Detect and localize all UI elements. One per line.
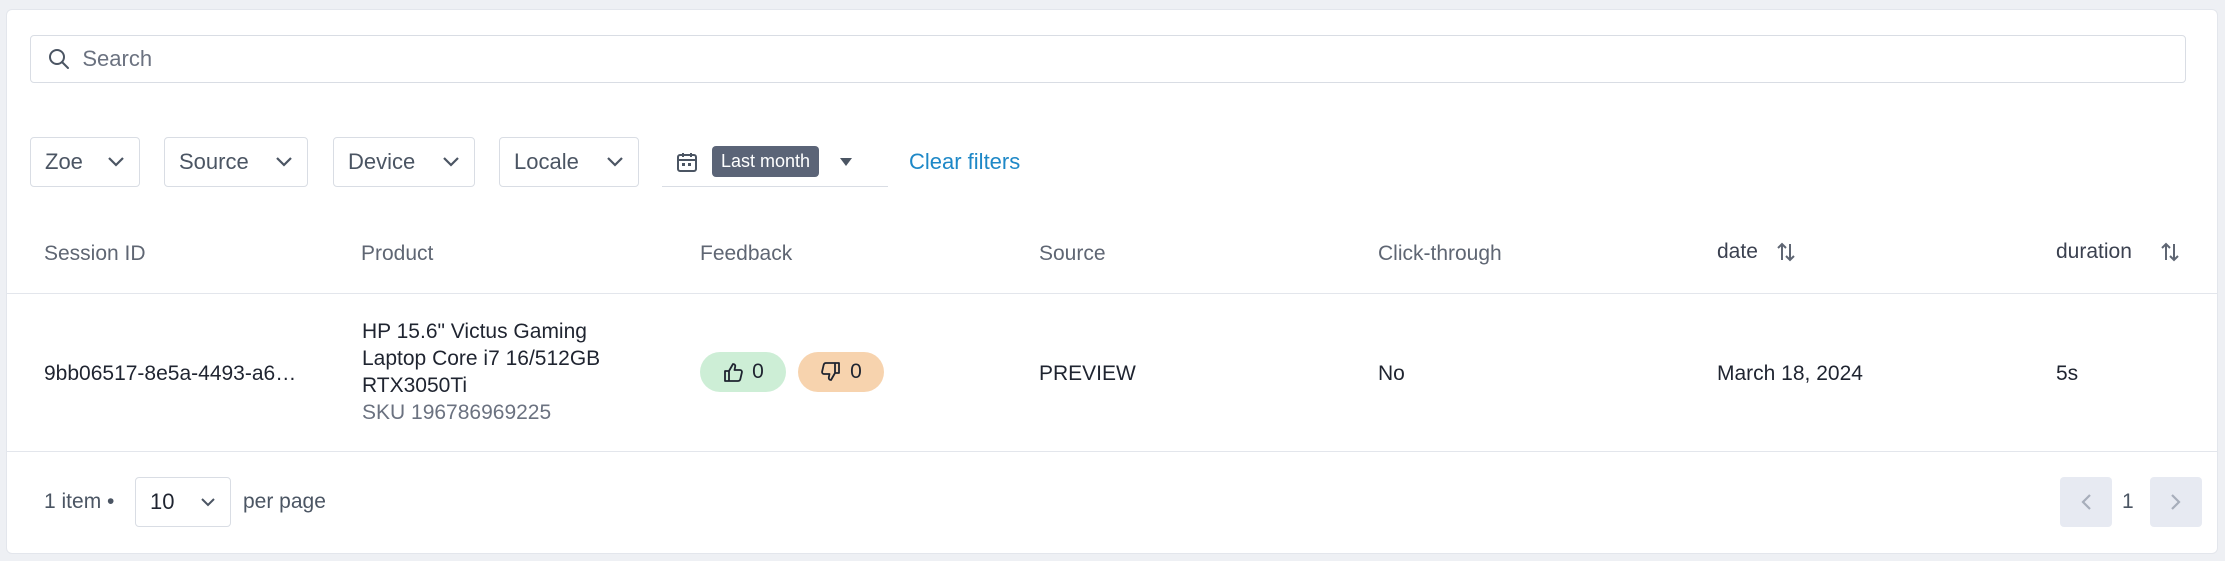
per-page-label: per page: [243, 490, 326, 513]
date-cell: March 18, 2024: [1717, 362, 1863, 385]
filter-source-label: Source: [179, 149, 249, 174]
column-header-feedback: Feedback: [700, 242, 793, 265]
filter-device-label: Device: [348, 149, 416, 174]
chevron-right-icon: [2170, 493, 2182, 511]
source-cell: PREVIEW: [1039, 362, 1136, 385]
per-page-value: 10: [150, 489, 175, 514]
thumbs-up-icon: [722, 361, 744, 383]
column-header-source: Source: [1039, 242, 1106, 265]
column-header-duration[interactable]: duration: [2056, 240, 2180, 264]
sort-icon: [2160, 241, 2180, 263]
column-header-product: Product: [361, 242, 434, 265]
product-cell: HP 15.6" Victus Gaming Laptop Core i7 16…: [362, 318, 652, 426]
date-range-picker[interactable]: Last month: [662, 137, 888, 187]
chevron-down-icon: [275, 156, 293, 168]
header-divider: [6, 293, 2218, 294]
chevron-left-icon: [2080, 493, 2092, 511]
search-input[interactable]: [80, 45, 2185, 73]
product-name-line: RTX3050Ti: [362, 374, 468, 397]
product-name-line: Laptop Core i7 16/512GB: [362, 347, 601, 370]
duration-cell: 5s: [2056, 362, 2079, 385]
product-sku: SKU 196786969225: [362, 401, 552, 424]
chevron-down-icon: [606, 156, 624, 168]
prev-page-button[interactable]: [2060, 477, 2112, 527]
thumbs-down-badge: 0: [798, 352, 884, 392]
chevron-down-icon: [200, 497, 216, 508]
thumbs-down-count: 0: [850, 360, 862, 383]
sessions-card: [6, 9, 2218, 554]
session-id-cell[interactable]: 9bb06517-8e5a-4493-a6…: [44, 362, 296, 386]
click-through-cell: No: [1378, 362, 1405, 385]
thumbs-up-count: 0: [752, 360, 764, 383]
chevron-down-icon: [442, 156, 460, 168]
search-icon: [47, 47, 74, 71]
current-page: 1: [2122, 490, 2134, 513]
thumbs-up-badge: 0: [700, 352, 786, 392]
date-range-badge: Last month: [712, 146, 820, 177]
per-page-select[interactable]: 10: [135, 477, 231, 527]
filter-locale-label: Locale: [514, 149, 579, 174]
column-header-session-id: Session ID: [44, 242, 146, 265]
thumbs-down-icon: [820, 361, 842, 383]
filter-zoe-label: Zoe: [45, 149, 83, 174]
chevron-down-icon: [107, 156, 125, 168]
clear-filters-link[interactable]: Clear filters: [909, 149, 1020, 175]
next-page-button[interactable]: [2150, 477, 2202, 527]
filter-zoe[interactable]: Zoe: [30, 137, 140, 187]
column-header-date[interactable]: date: [1717, 240, 1796, 264]
filter-device[interactable]: Device: [333, 137, 475, 187]
row-divider: [6, 451, 2218, 452]
column-header-click-through: Click-through: [1378, 242, 1502, 265]
column-header-date-label: date: [1717, 240, 1758, 263]
product-name-line: HP 15.6" Victus Gaming: [362, 320, 587, 343]
item-count: 1 item •: [44, 490, 115, 513]
column-header-duration-label: duration: [2056, 240, 2132, 263]
caret-down-icon: [839, 157, 853, 167]
filter-source[interactable]: Source: [164, 137, 308, 187]
filter-locale[interactable]: Locale: [499, 137, 639, 187]
search-box[interactable]: [30, 35, 2186, 83]
sort-icon: [1776, 241, 1796, 263]
calendar-icon: [676, 151, 698, 173]
